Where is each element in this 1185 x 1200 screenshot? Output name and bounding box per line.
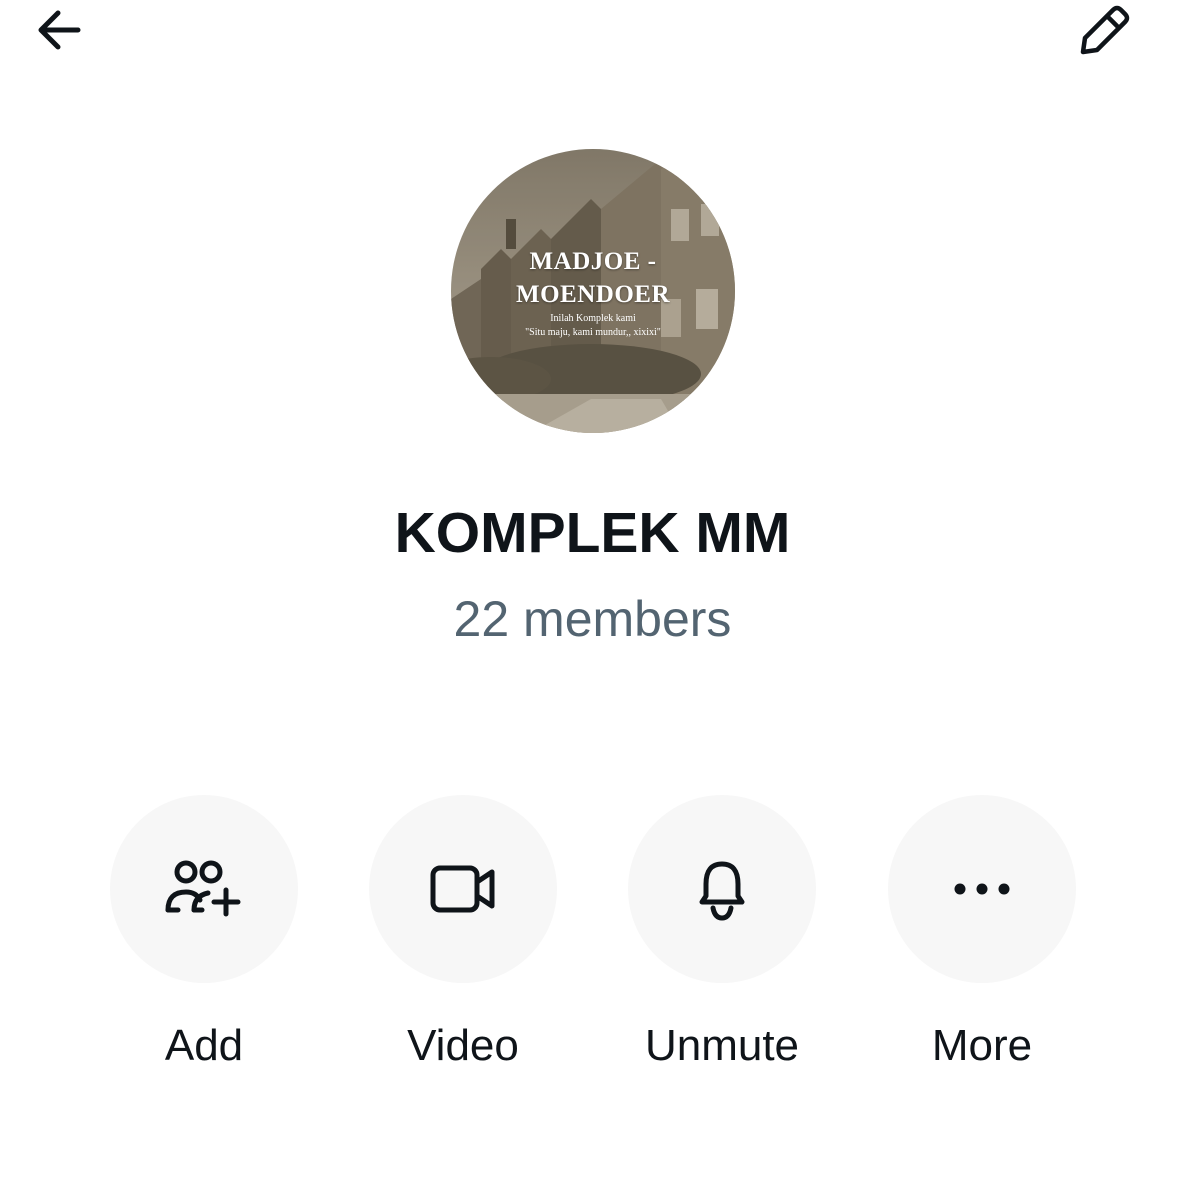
more-action[interactable]: More — [888, 795, 1076, 1070]
unmute-button[interactable] — [628, 795, 816, 983]
group-name: KOMPLEK MM — [394, 501, 791, 565]
avatar-caption: MADJOE - MOENDOER Inilah Komplek kami "S… — [451, 245, 735, 339]
add-button[interactable] — [110, 795, 298, 983]
add-label: Add — [164, 1021, 244, 1070]
video-camera-icon — [430, 865, 495, 913]
more-dots-icon — [954, 883, 1010, 895]
edit-button[interactable] — [1066, 0, 1138, 62]
bell-icon — [699, 861, 745, 921]
avatar-subtitle-1: Inilah Komplek kami — [550, 313, 636, 324]
more-label: More — [931, 1021, 1033, 1070]
member-count[interactable]: 22 members — [0, 590, 1185, 648]
more-button[interactable] — [888, 795, 1076, 983]
arrow-left-icon — [38, 10, 81, 50]
add-people-icon — [165, 860, 241, 917]
pencil-icon — [1080, 5, 1130, 55]
unmute-action[interactable]: Unmute — [628, 795, 816, 1070]
unmute-label: Unmute — [644, 1021, 800, 1070]
back-button[interactable] — [22, 0, 94, 60]
avatar-subtitle-2: "Situ maju, kami mundur,, xixixi" — [525, 327, 661, 338]
group-avatar[interactable]: MADJOE - MOENDOER Inilah Komplek kami "S… — [451, 149, 735, 433]
video-button[interactable] — [369, 795, 557, 983]
add-action[interactable]: Add — [110, 795, 298, 1070]
video-label: Video — [407, 1021, 519, 1070]
avatar-title: MADJOE - MOENDOER — [516, 248, 670, 308]
video-action[interactable]: Video — [369, 795, 557, 1070]
